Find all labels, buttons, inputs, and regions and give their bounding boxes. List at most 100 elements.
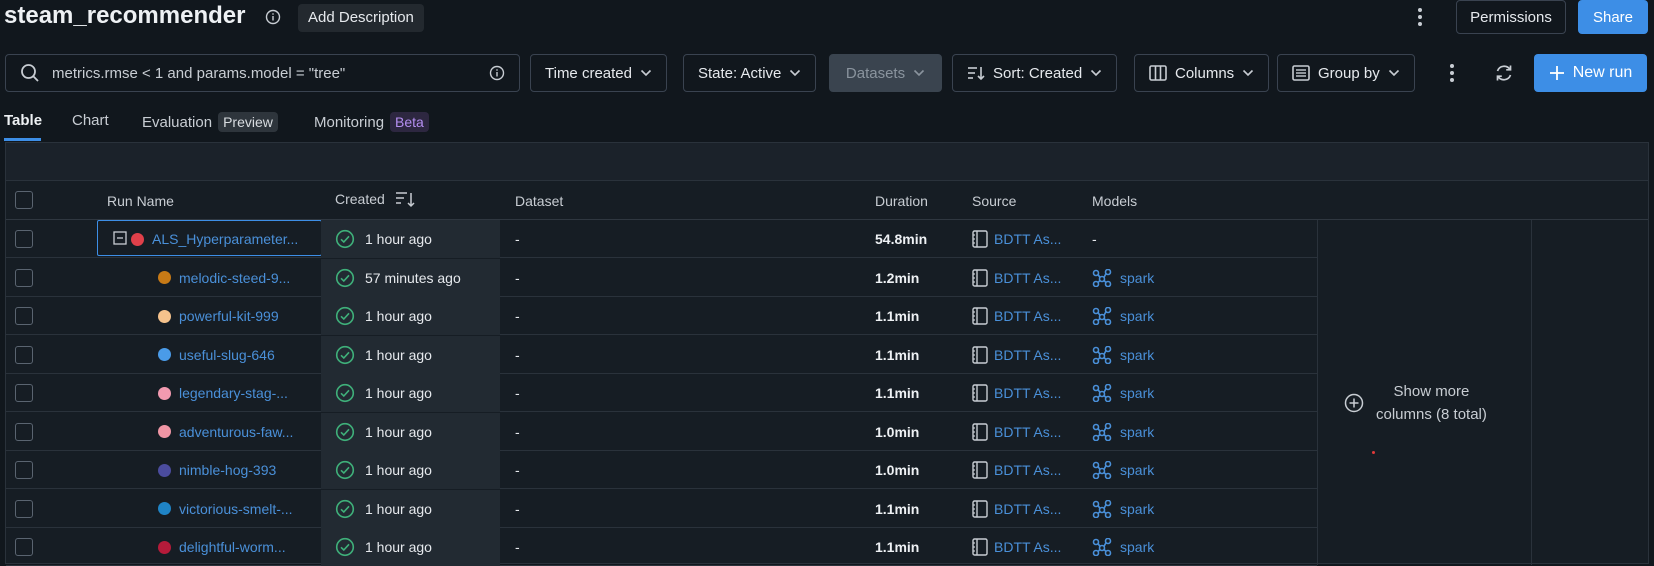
source-link[interactable]: BDTT As... bbox=[994, 231, 1061, 247]
source-link[interactable]: BDTT As... bbox=[994, 501, 1061, 517]
page-header: steam_recommender Add Description Permis… bbox=[0, 0, 1654, 36]
source-link[interactable]: BDTT As... bbox=[994, 424, 1061, 440]
models-cell[interactable]: spark bbox=[1092, 297, 1154, 335]
view-tabs: Table Chart Evaluation Preview Monitorin… bbox=[0, 110, 1654, 142]
run-name-link[interactable]: adventurous-faw... bbox=[179, 413, 293, 451]
run-name-link[interactable]: melodic-steed-9... bbox=[179, 259, 290, 297]
more-options-icon[interactable] bbox=[1448, 62, 1456, 84]
group-by-dropdown[interactable]: Group by bbox=[1277, 54, 1415, 92]
list-icon bbox=[1292, 65, 1310, 81]
models-cell[interactable]: spark bbox=[1092, 490, 1154, 528]
table-row[interactable]: powerful-kit-999 1 hour ago - 1.1min BDTT As… bbox=[6, 297, 1317, 335]
source-cell[interactable]: BDTT As... bbox=[972, 259, 1061, 297]
source-link[interactable]: BDTT As... bbox=[994, 270, 1061, 286]
models-cell[interactable]: spark bbox=[1092, 413, 1154, 451]
column-header-duration[interactable]: Duration bbox=[875, 193, 928, 209]
table-row[interactable]: melodic-steed-9... 57 minutes ago - 1.2min B… bbox=[6, 258, 1317, 297]
table-row[interactable]: nimble-hog-393 1 hour ago - 1.0min BDTT As..… bbox=[6, 451, 1317, 489]
tab-evaluation[interactable]: Evaluation Preview bbox=[142, 112, 278, 132]
info-icon[interactable] bbox=[265, 9, 281, 25]
row-checkbox[interactable] bbox=[15, 268, 33, 287]
row-checkbox[interactable] bbox=[15, 345, 33, 364]
state-dropdown[interactable]: State: Active bbox=[683, 54, 817, 92]
source-cell[interactable]: BDTT As... bbox=[972, 413, 1061, 451]
search-query[interactable]: metrics.rmse < 1 and params.model = "tre… bbox=[52, 65, 489, 82]
table-row[interactable]: useful-slug-646 1 hour ago - 1.1min BDTT As.… bbox=[6, 335, 1317, 374]
info-icon[interactable] bbox=[489, 65, 505, 81]
model-link[interactable]: spark bbox=[1120, 501, 1154, 517]
row-checkbox[interactable] bbox=[15, 307, 33, 325]
time-created-dropdown[interactable]: Time created bbox=[530, 54, 667, 92]
table-row[interactable]: delightful-worm... 1 hour ago - 1.1min BDTT … bbox=[6, 528, 1317, 566]
run-name-link[interactable]: useful-slug-646 bbox=[179, 336, 275, 374]
source-cell[interactable]: BDTT As... bbox=[972, 490, 1061, 528]
model-link[interactable]: spark bbox=[1120, 424, 1154, 440]
model-link[interactable]: spark bbox=[1120, 539, 1154, 555]
run-name-link[interactable]: delightful-worm... bbox=[179, 528, 286, 566]
model-link[interactable]: spark bbox=[1120, 308, 1154, 324]
select-all-checkbox[interactable] bbox=[15, 191, 33, 209]
source-link[interactable]: BDTT As... bbox=[994, 462, 1061, 478]
source-cell[interactable]: BDTT As... bbox=[972, 297, 1061, 335]
model-icon bbox=[1092, 345, 1112, 364]
created-time: 1 hour ago bbox=[365, 423, 432, 440]
row-checkbox[interactable] bbox=[15, 384, 33, 402]
row-checkbox[interactable] bbox=[15, 499, 33, 518]
model-link[interactable]: spark bbox=[1120, 462, 1154, 478]
models-cell[interactable]: spark bbox=[1092, 374, 1154, 412]
new-run-button[interactable]: New run bbox=[1534, 54, 1647, 92]
run-name-link[interactable]: victorious-smelt-... bbox=[179, 490, 293, 528]
run-name-link[interactable]: powerful-kit-999 bbox=[179, 297, 279, 335]
show-more-columns-button[interactable]: Show more columns (8 total) bbox=[1344, 380, 1487, 426]
row-checkbox[interactable] bbox=[15, 230, 33, 248]
source-cell[interactable]: BDTT As... bbox=[972, 374, 1061, 412]
new-run-label: New run bbox=[1572, 64, 1633, 81]
source-cell[interactable]: BDTT As... bbox=[972, 336, 1061, 374]
models-cell[interactable]: spark bbox=[1092, 528, 1154, 566]
table-row[interactable]: ALS_Hyperparameter... 1 hour ago - 54.8min B… bbox=[6, 220, 1317, 258]
share-button[interactable]: Share bbox=[1578, 0, 1648, 34]
source-link[interactable]: BDTT As... bbox=[994, 308, 1061, 324]
tab-monitoring[interactable]: Monitoring Beta bbox=[314, 112, 429, 132]
add-description-button[interactable]: Add Description bbox=[298, 4, 424, 32]
sort-descending-icon[interactable] bbox=[395, 190, 415, 208]
run-name-link[interactable]: ALS_Hyperparameter... bbox=[152, 220, 298, 258]
source-link[interactable]: BDTT As... bbox=[994, 347, 1061, 363]
source-cell[interactable]: BDTT As... bbox=[972, 528, 1061, 566]
run-name-link[interactable]: nimble-hog-393 bbox=[179, 451, 276, 489]
table-row[interactable]: adventurous-faw... 1 hour ago - 1.0min BDTT … bbox=[6, 412, 1317, 451]
sort-dropdown[interactable]: Sort: Created bbox=[952, 54, 1118, 92]
row-checkbox[interactable] bbox=[15, 538, 33, 556]
models-cell[interactable]: spark bbox=[1092, 336, 1154, 374]
columns-dropdown[interactable]: Columns bbox=[1134, 54, 1270, 92]
run-name-link[interactable]: legendary-stag-... bbox=[179, 374, 288, 412]
columns-label: Columns bbox=[1175, 64, 1235, 82]
search-input[interactable]: metrics.rmse < 1 and params.model = "tre… bbox=[5, 54, 520, 92]
source-cell[interactable]: BDTT As... bbox=[972, 220, 1061, 258]
run-color-dot bbox=[158, 348, 171, 361]
models-cell[interactable]: spark bbox=[1092, 451, 1154, 489]
collapse-icon[interactable] bbox=[113, 231, 127, 245]
more-options-icon[interactable] bbox=[1416, 6, 1424, 28]
column-header-dataset[interactable]: Dataset bbox=[515, 193, 563, 209]
column-header-source[interactable]: Source bbox=[972, 193, 1016, 209]
tab-table[interactable]: Table bbox=[4, 112, 42, 129]
source-link[interactable]: BDTT As... bbox=[994, 385, 1061, 401]
permissions-button[interactable]: Permissions bbox=[1456, 0, 1566, 34]
tab-chart[interactable]: Chart bbox=[72, 112, 109, 129]
row-checkbox[interactable] bbox=[15, 461, 33, 479]
row-checkbox[interactable] bbox=[15, 422, 33, 441]
model-link[interactable]: spark bbox=[1120, 385, 1154, 401]
sort-label: Sort: Created bbox=[993, 64, 1083, 82]
column-header-run-name[interactable]: Run Name bbox=[107, 193, 174, 209]
column-header-created[interactable]: Created bbox=[335, 190, 415, 208]
model-link[interactable]: spark bbox=[1120, 270, 1154, 286]
refresh-icon[interactable] bbox=[1494, 63, 1514, 83]
source-cell[interactable]: BDTT As... bbox=[972, 451, 1061, 489]
models-cell[interactable]: spark bbox=[1092, 259, 1154, 297]
table-row[interactable]: legendary-stag-... 1 hour ago - 1.1min BDTT … bbox=[6, 374, 1317, 412]
column-header-models[interactable]: Models bbox=[1092, 193, 1137, 209]
source-link[interactable]: BDTT As... bbox=[994, 539, 1061, 555]
model-link[interactable]: spark bbox=[1120, 347, 1154, 363]
table-row[interactable]: victorious-smelt-... 1 hour ago - 1.1min BDT… bbox=[6, 489, 1317, 528]
